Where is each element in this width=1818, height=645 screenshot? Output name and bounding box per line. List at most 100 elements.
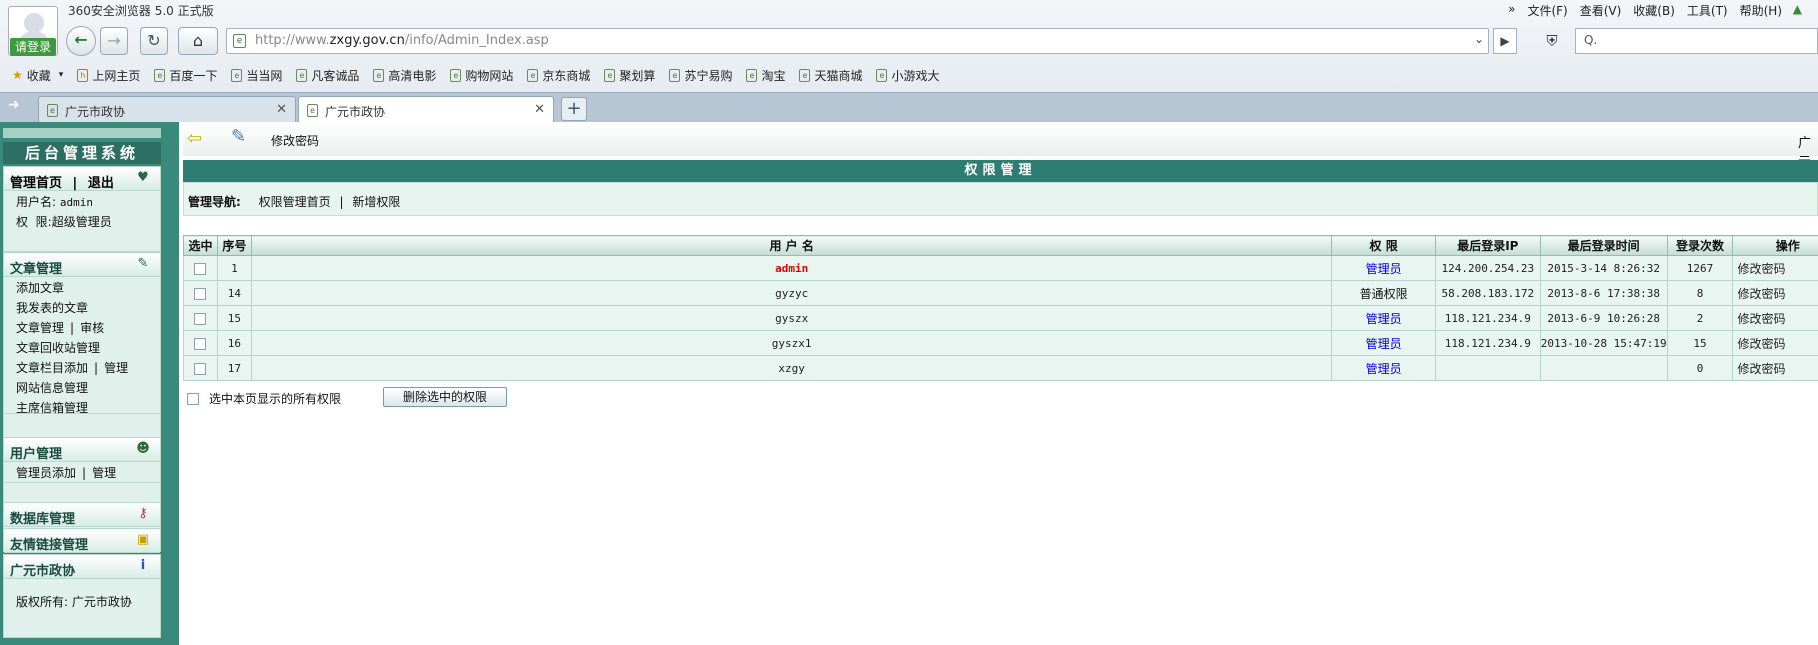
browser-tab-active[interactable]: e 广元市政协 ✕ <box>298 96 554 123</box>
close-icon[interactable]: ✕ <box>534 102 545 117</box>
pen-icon[interactable]: ✎ <box>231 126 259 152</box>
row-id: 15 <box>216 305 252 331</box>
sidebar-item-my-articles[interactable]: 我发表的文章 <box>4 297 160 317</box>
bookmark-item[interactable]: e 天猫商城 <box>799 67 862 84</box>
change-password-action[interactable]: 修改密码 <box>1733 335 1818 352</box>
row-checkbox[interactable] <box>194 287 207 300</box>
sidebar-item-site-info[interactable]: 网站信息管理 <box>4 377 160 397</box>
role-link[interactable]: 管理员 <box>1366 362 1402 376</box>
bookmark-item[interactable]: e 当当网 <box>231 67 282 84</box>
separator: | <box>72 176 78 191</box>
bookmark-item[interactable]: e 购物网站 <box>450 67 513 84</box>
back-button[interactable]: ← <box>66 26 96 56</box>
change-password-action[interactable]: 修改密码 <box>1733 260 1818 277</box>
chevron-down-icon[interactable]: ⌄ <box>1474 32 1484 46</box>
home-button[interactable]: ⌂ <box>178 27 218 55</box>
edit-icon: ✎ <box>137 256 149 271</box>
shield-button[interactable]: ⛨ <box>1537 28 1567 54</box>
table-row: 14 gyzyc 普通权限 58.208.183.172 2013-8-6 17… <box>183 280 1818 306</box>
category-add-link[interactable]: 文章栏目添加 <box>16 361 88 375</box>
sidebar-item-recycle[interactable]: 文章回收站管理 <box>4 337 160 357</box>
select-all-checkbox[interactable] <box>187 392 199 405</box>
category-manage-link[interactable]: 管理 <box>104 361 128 375</box>
nav-home-link[interactable]: 权限管理首页 <box>259 195 331 209</box>
row-ip: 118.121.234.9 <box>1434 305 1541 331</box>
bookmark-item[interactable]: e 凡客诚品 <box>296 67 359 84</box>
row-checkbox[interactable] <box>194 262 207 275</box>
menu-help[interactable]: 帮助(H) <box>1740 2 1782 19</box>
search-input[interactable]: Q. <box>1575 28 1818 54</box>
menu-favorites[interactable]: 收藏(B) <box>1633 2 1675 19</box>
browser-tab[interactable]: e 广元市政协 ✕ <box>38 96 296 123</box>
article-panel-head: 文章管理 ✎ <box>4 253 160 277</box>
separator: | <box>94 361 99 375</box>
change-password-action[interactable]: 修改密码 <box>1733 285 1818 302</box>
col-select: 选中 <box>183 235 218 256</box>
new-tab-button[interactable]: + <box>561 97 587 121</box>
address-bar[interactable]: e http://www.zxgy.gov.cn/info/Admin_Inde… <box>226 28 1489 54</box>
login-button[interactable]: 请登录 <box>10 38 56 56</box>
change-password-action[interactable]: 修改密码 <box>1733 310 1818 327</box>
row-checkbox[interactable] <box>194 312 207 325</box>
article-panel: 文章管理 ✎ 添加文章 我发表的文章 文章管理 | 审核 文章回收站管理 文章栏目添加… <box>3 252 161 417</box>
menu-more[interactable]: » <box>1508 2 1515 19</box>
bookmark-item[interactable]: h 上网主页 <box>77 67 140 84</box>
role-link[interactable]: 管理员 <box>1366 337 1402 351</box>
logout-link[interactable]: 退出 <box>88 176 114 191</box>
bookmark-item[interactable]: e 京东商城 <box>527 67 590 84</box>
sidebar-item-admin: 管理员添加 | 管理 <box>4 462 160 482</box>
menu-tools[interactable]: 工具(T) <box>1687 2 1728 19</box>
admin-add-link[interactable]: 管理员添加 <box>16 466 76 480</box>
menu-bar: » 文件(F) 查看(V) 收藏(B) 工具(T) 帮助(H) ▲ <box>1508 2 1818 19</box>
folder-icon: ▣ <box>136 532 150 547</box>
refresh-button[interactable]: ↻ <box>140 27 168 55</box>
bookmark-item[interactable]: e 百度一下 <box>154 67 217 84</box>
role-link[interactable]: 管理员 <box>1366 312 1402 326</box>
sidebar-toggle-icon[interactable]: ➜ <box>8 97 20 113</box>
table-header: 选中 序号 用 户 名 权 限 最后登录IP 最后登录时间 登录次数 操作 <box>183 235 1818 256</box>
links-panel-head[interactable]: 友情链接管理 ▣ <box>4 529 160 553</box>
page-icon: e <box>233 34 246 48</box>
home-panel: 管理首页 | 退出 ♥ 用户名: admin 权 限:超级管理员 <box>3 166 161 252</box>
avatar-head <box>24 13 44 33</box>
skin-icon[interactable]: ▲ <box>1793 2 1802 16</box>
db-panel: 数据库管理 ⚷ <box>3 502 161 527</box>
row-time: 2013-6-9 10:26:28 <box>1539 305 1668 331</box>
delete-selected-button[interactable]: 删除选中的权限 <box>383 387 507 407</box>
article-manage-link[interactable]: 文章管理 <box>16 321 64 335</box>
go-button[interactable]: ▶ <box>1493 28 1517 54</box>
back-arrow-icon[interactable]: ⇦ <box>187 128 202 149</box>
admin-manage-link[interactable]: 管理 <box>92 466 116 480</box>
sidebar-item-mailbox[interactable]: 主席信箱管理 <box>4 397 160 417</box>
sidebar-item-add-article[interactable]: 添加文章 <box>4 277 160 297</box>
forward-button[interactable]: → <box>100 27 128 55</box>
copyright-text: 版权所有: 广元市政协 <box>16 595 132 609</box>
bookmark-item[interactable]: e 淘宝 <box>746 67 785 84</box>
row-checkbox[interactable] <box>194 362 207 375</box>
menu-view[interactable]: 查看(V) <box>1580 2 1622 19</box>
main-content: ⇦ ✎ 修改密码 广元 权限管理 管理导航: 权限管理首页 | 新增权限 选中 … <box>183 122 1818 645</box>
bookmark-item[interactable]: e 聚划算 <box>604 67 655 84</box>
row-select <box>183 355 218 381</box>
row-time: 2013-10-28 15:47:19 <box>1539 330 1668 356</box>
menu-file[interactable]: 文件(F) <box>1527 2 1567 19</box>
close-icon[interactable]: ✕ <box>276 102 287 117</box>
system-title: 后台管理系统 <box>3 142 161 164</box>
user-panel-head: 用户管理 ☻ <box>4 438 160 462</box>
bookmark-item[interactable]: e 小游戏大 <box>876 67 940 84</box>
bookmark-item[interactable]: e 苏宁易购 <box>669 67 732 84</box>
bookmark-favorites[interactable]: ★ 收藏 ▾ <box>12 67 63 84</box>
change-password-link[interactable]: 修改密码 <box>271 132 319 149</box>
change-password-action[interactable]: 修改密码 <box>1733 360 1818 377</box>
db-panel-head[interactable]: 数据库管理 ⚷ <box>4 503 160 527</box>
col-role: 权 限 <box>1331 235 1436 256</box>
review-link[interactable]: 审核 <box>80 321 104 335</box>
row-checkbox[interactable] <box>194 337 207 350</box>
address-url: http://www.zxgy.gov.cn/info/Admin_Index.… <box>255 33 549 48</box>
row-time: 2013-8-6 17:38:38 <box>1539 280 1668 306</box>
home-link[interactable]: 管理首页 <box>10 176 62 191</box>
bookmark-item[interactable]: e 高清电影 <box>373 67 436 84</box>
nav-add-link[interactable]: 新增权限 <box>352 195 400 209</box>
table-row: 1 admin 管理员 124.200.254.23 2015-3-14 8:2… <box>183 255 1818 281</box>
role-link[interactable]: 管理员 <box>1366 262 1402 276</box>
